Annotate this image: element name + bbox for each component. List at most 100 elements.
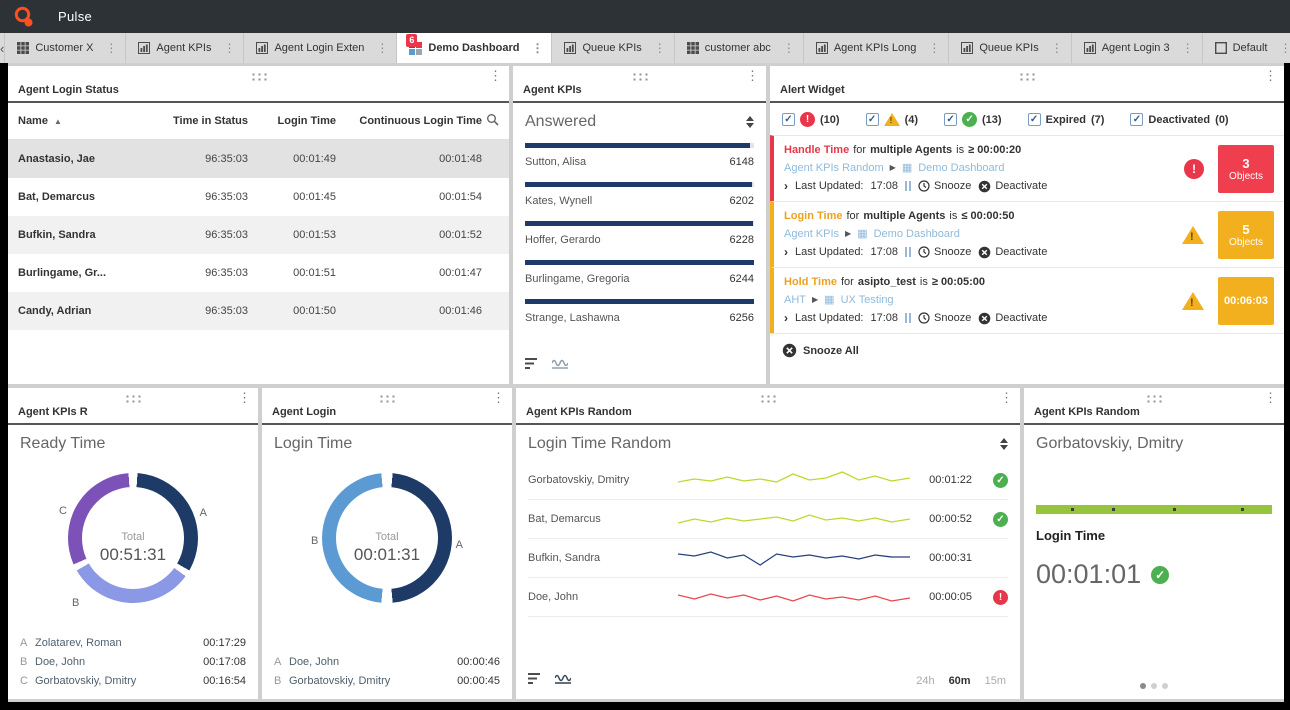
widget-menu-icon[interactable]: ⋮ bbox=[489, 68, 502, 84]
tab-menu-icon[interactable]: ⋮ bbox=[99, 41, 123, 55]
sort-icon[interactable] bbox=[746, 116, 754, 128]
metric-row[interactable]: Bufkin, Sandra 00:00:31 bbox=[528, 539, 1008, 578]
bar-item[interactable]: Burlingame, Gregoria6244 bbox=[525, 260, 754, 285]
tab-agent-kpis-long[interactable]: Agent KPIs Long ⋮ bbox=[804, 33, 950, 63]
sort-icon[interactable] bbox=[1000, 438, 1008, 450]
filter-critical[interactable]: ✓ (10) bbox=[782, 112, 840, 127]
snooze-button[interactable]: Snooze bbox=[918, 180, 971, 192]
widget-menu-icon[interactable]: ⋮ bbox=[492, 390, 505, 406]
page-dot[interactable] bbox=[1162, 683, 1168, 689]
drag-handle-icon[interactable] bbox=[1146, 394, 1163, 404]
sparkline-view-icon[interactable] bbox=[552, 356, 568, 374]
arrow-icon: ▶ bbox=[812, 295, 818, 304]
filter-deactivated[interactable]: ✓ Deactivated (0) bbox=[1130, 113, 1228, 126]
column-login-time[interactable]: Login Time bbox=[248, 115, 336, 127]
drag-handle-icon[interactable] bbox=[125, 394, 142, 404]
deactivate-button[interactable]: Deactivate bbox=[978, 180, 1047, 193]
tab-menu-icon[interactable]: ⋮ bbox=[922, 41, 946, 55]
tab-menu-icon[interactable]: ⋮ bbox=[1176, 41, 1200, 55]
filter-warning[interactable]: ✓ (4) bbox=[866, 113, 918, 126]
tab-label: Agent Login Exten bbox=[274, 42, 364, 54]
tab-customer-abc[interactable]: customer abc ⋮ bbox=[675, 33, 804, 63]
widget-link[interactable]: AHT bbox=[784, 294, 806, 306]
range-60m[interactable]: 60m bbox=[949, 675, 971, 687]
tab-customer-x[interactable]: Customer X ⋮ bbox=[5, 33, 126, 63]
agent-value: 6202 bbox=[730, 195, 754, 207]
tab-demo-dashboard[interactable]: 6 Demo Dashboard ⋮ bbox=[397, 33, 552, 63]
agent-name: Gorbatovskiy, Dmitry bbox=[1024, 425, 1284, 453]
tab-menu-icon[interactable]: ⋮ bbox=[1045, 41, 1069, 55]
bar-item[interactable]: Hoffer, Gerardo6228 bbox=[525, 221, 754, 246]
column-continuous-login-time[interactable]: Continuous Login Time bbox=[336, 115, 482, 127]
drag-handle-icon[interactable] bbox=[379, 394, 396, 404]
range-15m[interactable]: 15m bbox=[985, 675, 1006, 687]
snooze-button[interactable]: Snooze bbox=[918, 246, 971, 258]
deactivate-button[interactable]: Deactivate bbox=[978, 312, 1047, 325]
widget-link[interactable]: Agent KPIs bbox=[784, 228, 839, 240]
tab-agent-login-3[interactable]: Agent Login 3 ⋮ bbox=[1072, 33, 1203, 63]
bar-item[interactable]: Kates, Wynell6202 bbox=[525, 182, 754, 207]
bar-item[interactable]: Sutton, Alisa6148 bbox=[525, 143, 754, 168]
checkbox-icon[interactable]: ✓ bbox=[782, 113, 795, 126]
table-row[interactable]: Anastasio, Jae 96:35:03 00:01:49 00:01:4… bbox=[8, 140, 509, 178]
tab-menu-icon[interactable]: ⋮ bbox=[370, 41, 394, 55]
dashboard-link[interactable]: Demo Dashboard bbox=[918, 162, 1004, 174]
cell-name: Bufkin, Sandra bbox=[18, 229, 136, 241]
drag-handle-icon[interactable] bbox=[631, 72, 648, 82]
drag-handle-icon[interactable] bbox=[1019, 72, 1036, 82]
expand-icon[interactable]: › bbox=[784, 245, 788, 259]
dashboard-link[interactable]: UX Testing bbox=[841, 294, 894, 306]
page-dot[interactable] bbox=[1140, 683, 1146, 689]
expand-icon[interactable]: › bbox=[784, 179, 788, 193]
alert-threshold: ≥ 00:00:20 bbox=[968, 144, 1021, 156]
tab-agent-login-exten[interactable]: Agent Login Exten ⋮ bbox=[244, 33, 397, 63]
dashboard-link[interactable]: Demo Dashboard bbox=[874, 228, 960, 240]
tab-agent-kpis[interactable]: Agent KPIs ⋮ bbox=[126, 33, 244, 63]
table-row[interactable]: Bat, Demarcus 96:35:03 00:01:45 00:01:54 bbox=[8, 178, 509, 216]
bar-view-icon[interactable] bbox=[525, 356, 540, 374]
expand-icon[interactable]: › bbox=[784, 311, 788, 325]
tab-menu-icon[interactable]: ⋮ bbox=[648, 41, 672, 55]
sparkline-view-icon[interactable] bbox=[555, 671, 571, 689]
checkbox-icon[interactable]: ✓ bbox=[866, 113, 879, 126]
tab-default[interactable]: Default ⋮ bbox=[1203, 33, 1290, 63]
bar-item[interactable]: Strange, Lashawna6256 bbox=[525, 299, 754, 324]
widget-menu-icon[interactable]: ⋮ bbox=[1264, 390, 1277, 406]
tab-queue-kpis-2[interactable]: Queue KPIs ⋮ bbox=[949, 33, 1071, 63]
alert-source-path: Agent KPIs Random ▶ ▦ Demo Dashboard bbox=[784, 161, 1134, 174]
metric-row[interactable]: Bat, Demarcus 00:00:52 bbox=[528, 500, 1008, 539]
table-row[interactable]: Candy, Adrian 96:35:03 00:01:50 00:01:46 bbox=[8, 292, 509, 330]
checkbox-icon[interactable]: ✓ bbox=[1028, 113, 1041, 126]
checkbox-icon[interactable]: ✓ bbox=[1130, 113, 1143, 126]
snooze-all-button[interactable]: Snooze All bbox=[770, 333, 1284, 367]
checkbox-icon[interactable]: ✓ bbox=[944, 113, 957, 126]
bar-view-icon[interactable] bbox=[528, 671, 543, 689]
badge-unit: Objects bbox=[1229, 171, 1263, 182]
widget-menu-icon[interactable]: ⋮ bbox=[1000, 390, 1013, 406]
widget-menu-icon[interactable]: ⋮ bbox=[746, 68, 759, 84]
metric-row[interactable]: Gorbatovskiy, Dmitry 00:01:22 bbox=[528, 461, 1008, 500]
widget-link[interactable]: Agent KPIs Random bbox=[784, 162, 884, 174]
tab-menu-icon[interactable]: ⋮ bbox=[777, 41, 801, 55]
table-row[interactable]: Bufkin, Sandra 96:35:03 00:01:53 00:01:5… bbox=[8, 216, 509, 254]
widget-name: Agent KPIs bbox=[513, 84, 766, 103]
metric-row[interactable]: Doe, John 00:00:05 bbox=[528, 578, 1008, 617]
deactivate-button[interactable]: Deactivate bbox=[978, 246, 1047, 259]
search-icon[interactable] bbox=[482, 113, 499, 129]
tab-menu-icon[interactable]: ⋮ bbox=[525, 41, 549, 55]
column-name[interactable]: Name▲ bbox=[18, 115, 136, 127]
table-row[interactable]: Burlingame, Gr... 96:35:03 00:01:51 00:0… bbox=[8, 254, 509, 292]
filter-ok[interactable]: ✓ (13) bbox=[944, 112, 1002, 127]
tab-menu-icon[interactable]: ⋮ bbox=[1273, 41, 1290, 55]
range-24h[interactable]: 24h bbox=[916, 675, 934, 687]
drag-handle-icon[interactable] bbox=[250, 72, 267, 82]
drag-handle-icon[interactable] bbox=[760, 394, 777, 404]
page-dot[interactable] bbox=[1151, 683, 1157, 689]
snooze-button[interactable]: Snooze bbox=[918, 312, 971, 324]
tab-queue-kpis[interactable]: Queue KPIs ⋮ bbox=[552, 33, 674, 63]
widget-menu-icon[interactable]: ⋮ bbox=[238, 390, 251, 406]
tab-menu-icon[interactable]: ⋮ bbox=[217, 41, 241, 55]
widget-menu-icon[interactable]: ⋮ bbox=[1264, 68, 1277, 84]
column-time-in-status[interactable]: Time in Status bbox=[136, 115, 248, 127]
filter-expired[interactable]: ✓ Expired (7) bbox=[1028, 113, 1105, 126]
